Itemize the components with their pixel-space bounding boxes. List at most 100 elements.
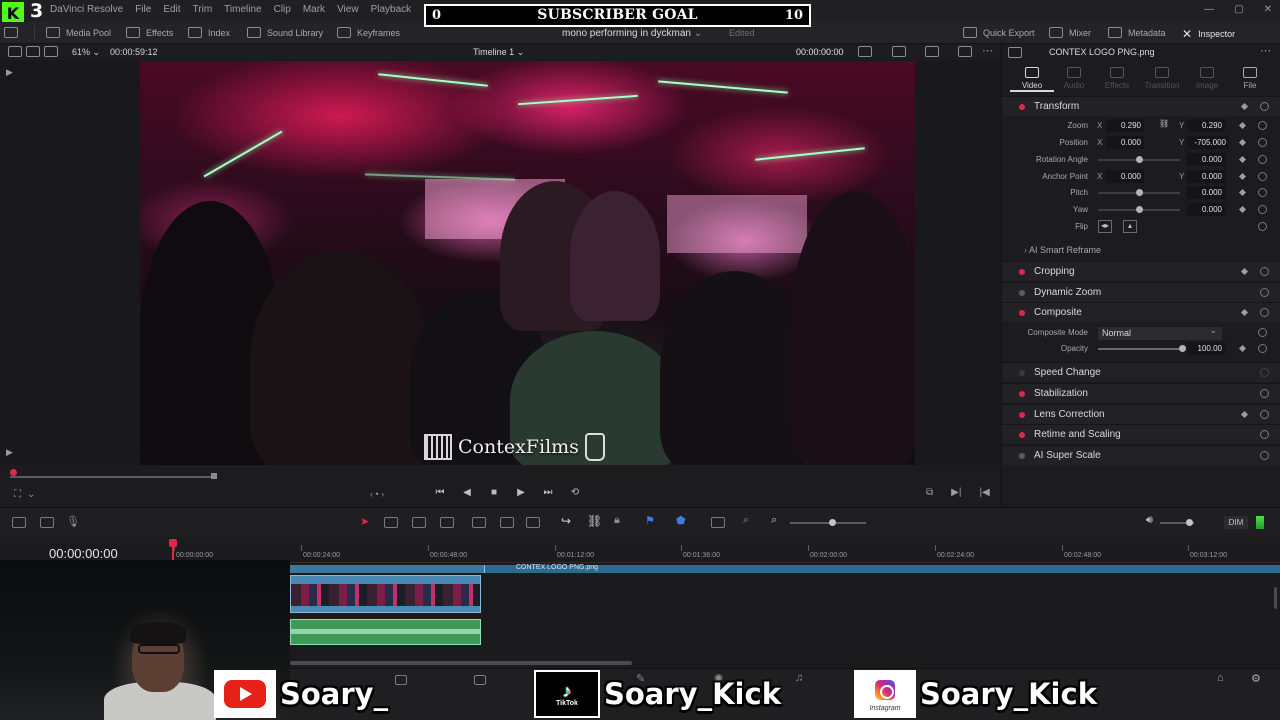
reset-icon[interactable] [1260, 389, 1269, 398]
viewer-safe-area-icon[interactable] [892, 46, 906, 57]
inspector-button[interactable]: ✕ Inspector [1182, 27, 1235, 41]
zoom-custom-icon[interactable]: ⌕ [771, 514, 777, 527]
scrub-out-point[interactable] [211, 473, 217, 479]
reset-icon[interactable] [1258, 121, 1267, 130]
flip-horizontal-icon[interactable]: ◂▸ [1098, 220, 1112, 233]
viewer-scrubber[interactable] [10, 469, 1000, 483]
keyframes-button[interactable]: Keyframes [337, 27, 400, 38]
tab-effects[interactable]: Effects [1095, 64, 1139, 90]
menu-item-playback[interactable]: Playback [371, 4, 412, 15]
viewer-grid-icon[interactable] [44, 46, 58, 57]
viewer-overlay-icon[interactable] [858, 46, 872, 57]
microphone-icon[interactable]: 🎙︎ [66, 515, 80, 528]
reset-icon[interactable] [1260, 267, 1269, 276]
pitch-field[interactable]: 0.000 [1187, 186, 1225, 199]
previous-edit-icon[interactable]: |◀ [979, 487, 989, 498]
flip-vertical-icon[interactable]: ▴ [1123, 220, 1137, 233]
timeline-scrollbar[interactable] [290, 661, 632, 665]
section-dynamic-zoom[interactable]: Dynamic Zoom [1002, 282, 1280, 302]
lock-icon[interactable]: 🔒︎ [614, 514, 620, 527]
enable-dot-icon[interactable] [1019, 290, 1025, 296]
menu-item-timeline[interactable]: Timeline [224, 4, 261, 15]
zoom-x-field[interactable]: 0.290 [1106, 119, 1144, 132]
keyframe-icon[interactable] [1238, 205, 1247, 214]
chevron-down-icon[interactable]: ⌄ [27, 489, 35, 500]
panel-toggle-icon[interactable] [4, 27, 18, 38]
reset-icon[interactable] [1258, 138, 1267, 147]
loop-icon[interactable]: ⟲ [568, 487, 582, 498]
gear-icon[interactable]: ⚙ [1251, 672, 1261, 685]
enable-dot-icon[interactable] [1019, 391, 1025, 397]
next-edit-icon[interactable]: ▶| [951, 487, 961, 498]
reset-icon[interactable] [1260, 288, 1269, 297]
menu-item-mark[interactable]: Mark [303, 4, 325, 15]
menu-item-edit[interactable]: Edit [163, 4, 180, 15]
reset-icon[interactable] [1258, 328, 1267, 337]
audio-clip[interactable] [290, 619, 481, 645]
more-options-icon[interactable]: ⋯ [982, 44, 993, 57]
inspector-layout-icon[interactable] [1008, 47, 1022, 58]
tab-transition[interactable]: Transition [1140, 64, 1184, 90]
section-ai-super-scale[interactable]: AI Super Scale [1002, 445, 1280, 465]
play-arrow-bottom-icon[interactable]: ▶ [6, 447, 13, 458]
menu-item-file[interactable]: File [135, 4, 151, 15]
video-clip[interactable] [290, 575, 481, 613]
tab-audio[interactable]: Audio [1052, 64, 1096, 90]
viewer-mode-icon[interactable] [26, 46, 40, 57]
keyframe-icon[interactable] [1238, 172, 1247, 181]
enable-dot-icon[interactable] [1019, 412, 1025, 418]
match-frame-icon[interactable]: ⧉ [926, 487, 933, 498]
dynamic-trim-icon[interactable] [412, 517, 426, 528]
sound-library-button[interactable]: Sound Library [247, 27, 323, 38]
play-reverse-icon[interactable]: ◀ [460, 487, 474, 498]
menu-item-clip[interactable]: Clip [274, 4, 291, 15]
play-arrow-left-icon[interactable]: ▶ [6, 67, 13, 78]
menu-item-trim[interactable]: Trim [193, 4, 213, 15]
vertical-scrollbar[interactable] [1274, 587, 1277, 609]
reset-icon[interactable] [1258, 188, 1267, 197]
mixer-button[interactable]: Mixer [1049, 27, 1091, 38]
keyframe-icon[interactable] [1240, 308, 1249, 317]
timeline-options-icon[interactable] [12, 517, 26, 528]
metadata-button[interactable]: Metadata [1108, 27, 1166, 38]
enable-dot-icon[interactable] [1019, 269, 1025, 275]
reset-icon[interactable] [1260, 308, 1269, 317]
reset-icon[interactable] [1258, 172, 1267, 181]
slider-knob[interactable] [1136, 156, 1143, 163]
timeline-ruler[interactable]: 00:00:00:00 00:00:24:00 00:00:48:00 00:0… [170, 543, 1280, 563]
selection-tool-icon[interactable]: ➤ [360, 515, 369, 528]
blade-tool-icon[interactable] [440, 517, 454, 528]
more-options-icon[interactable]: ⋯ [1260, 44, 1271, 57]
keyframe-icon[interactable] [1240, 267, 1249, 276]
zoom-y-field[interactable]: 0.290 [1187, 119, 1225, 132]
opacity-slider[interactable] [1098, 348, 1182, 350]
app-name-menu[interactable]: DaVinci Resolve [50, 4, 123, 15]
opacity-field[interactable]: 100.00 [1187, 342, 1225, 355]
minimize-icon[interactable]: — [1204, 4, 1214, 15]
viewer-zoom-select[interactable]: 61% ⌄ [72, 47, 100, 58]
flag-icon[interactable]: ⚑ [645, 514, 655, 527]
play-icon[interactable]: ▶ [514, 487, 528, 498]
tab-file[interactable]: File [1228, 64, 1272, 90]
tab-image[interactable]: Image [1185, 64, 1229, 90]
tab-video[interactable]: Video [1010, 64, 1054, 92]
composite-mode-select[interactable]: Normal [1098, 324, 1222, 340]
replace-clip-icon[interactable] [526, 517, 540, 528]
timeline-zoom-knob[interactable] [829, 519, 836, 526]
position-y-field[interactable]: -705.000 [1187, 136, 1229, 149]
overwrite-clip-icon[interactable] [500, 517, 514, 528]
keyframe-icon[interactable] [1238, 121, 1247, 130]
media-pool-button[interactable]: Media Pool [46, 27, 111, 38]
home-icon[interactable]: ⌂ [1217, 672, 1224, 684]
position-x-field[interactable]: 0.000 [1106, 136, 1144, 149]
viewer-color-icon[interactable] [958, 46, 972, 57]
dim-button[interactable]: DIM [1224, 516, 1248, 529]
stop-icon[interactable]: ■ [487, 487, 501, 498]
insert-clip-icon[interactable] [472, 517, 486, 528]
keyframe-icon[interactable] [1238, 188, 1247, 197]
volume-knob[interactable] [1186, 519, 1193, 526]
enable-dot-icon[interactable] [1019, 453, 1025, 459]
page-cut-icon[interactable] [395, 675, 407, 685]
playhead[interactable] [172, 541, 174, 561]
reset-icon[interactable] [1258, 222, 1267, 231]
